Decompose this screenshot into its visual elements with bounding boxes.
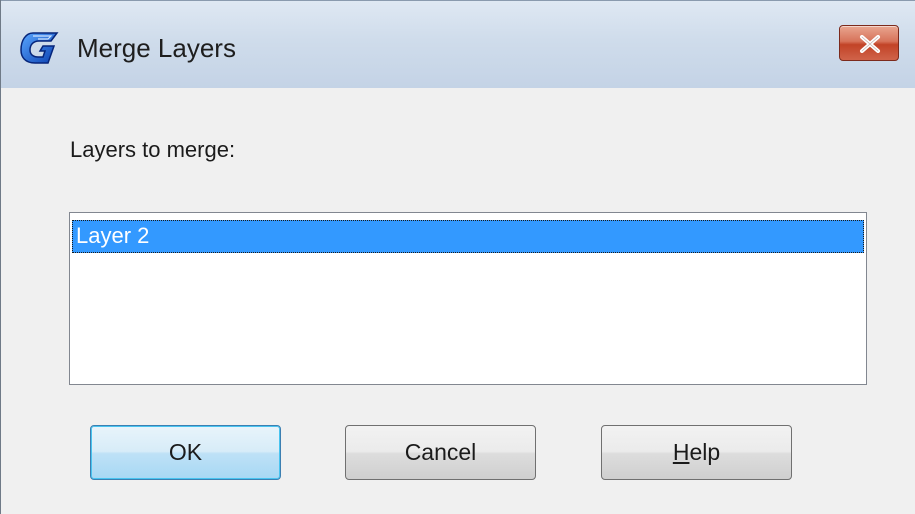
ok-button[interactable]: OK xyxy=(90,425,281,480)
layers-listbox[interactable]: Layer 2 xyxy=(69,212,867,385)
close-icon xyxy=(860,35,880,53)
window-title: Merge Layers xyxy=(77,33,236,63)
list-item[interactable]: Layer 2 xyxy=(72,220,864,253)
merge-layers-dialog: Merge Layers Layers to merge: Layer 2 OK… xyxy=(0,0,915,514)
layers-to-merge-label: Layers to merge: xyxy=(70,137,236,162)
dialog-body: Layers to merge: Layer 2 OK Cancel Help xyxy=(9,88,915,514)
close-button[interactable] xyxy=(839,25,899,61)
cancel-button[interactable]: Cancel xyxy=(345,425,536,480)
help-mnemonic: H xyxy=(672,439,690,465)
app-logo-icon xyxy=(19,31,59,65)
help-button[interactable]: Help xyxy=(601,425,792,480)
title-bar[interactable]: Merge Layers xyxy=(1,0,915,88)
help-label-rest: elp xyxy=(689,439,721,465)
